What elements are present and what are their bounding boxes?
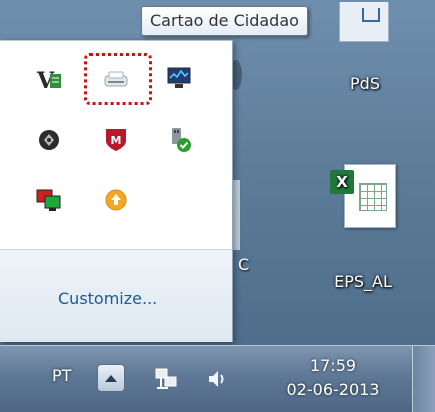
ball-icon[interactable] xyxy=(36,127,62,153)
notification-area-overflow: V M Customize... xyxy=(0,40,233,342)
excel-icon: X xyxy=(330,170,354,194)
show-hidden-icons-button[interactable] xyxy=(97,364,125,392)
customize-link[interactable]: Customize... xyxy=(58,289,157,308)
tooltip: Cartao de Cidadao xyxy=(141,6,308,36)
clock-date: 02-06-2013 xyxy=(286,380,380,399)
svg-text:M: M xyxy=(111,134,122,147)
chevron-up-icon xyxy=(105,375,117,382)
taskbar: PT 17:59 02-06-2013 xyxy=(0,345,435,412)
desktop-icon-label: PdS xyxy=(350,74,380,93)
update-icon[interactable] xyxy=(103,187,129,213)
network-monitors-icon[interactable] xyxy=(36,187,62,213)
card-reader-icon[interactable] xyxy=(103,67,129,93)
mcafee-icon[interactable]: M xyxy=(103,127,129,153)
monitor-icon[interactable] xyxy=(166,65,192,91)
clock[interactable]: 17:59 02-06-2013 xyxy=(268,354,398,402)
volume-icon[interactable] xyxy=(206,368,232,390)
desktop-icon-label: EPS_AL xyxy=(334,272,392,291)
clock-time: 17:59 xyxy=(309,356,357,375)
show-desktop-button[interactable] xyxy=(412,346,435,412)
network-icon[interactable] xyxy=(154,366,180,392)
vm-icon[interactable]: V xyxy=(36,67,62,93)
safely-remove-icon[interactable] xyxy=(166,127,192,153)
partial-icon-label: C xyxy=(238,255,250,274)
language-indicator[interactable]: PT xyxy=(52,366,71,385)
folder-icon xyxy=(339,2,389,42)
